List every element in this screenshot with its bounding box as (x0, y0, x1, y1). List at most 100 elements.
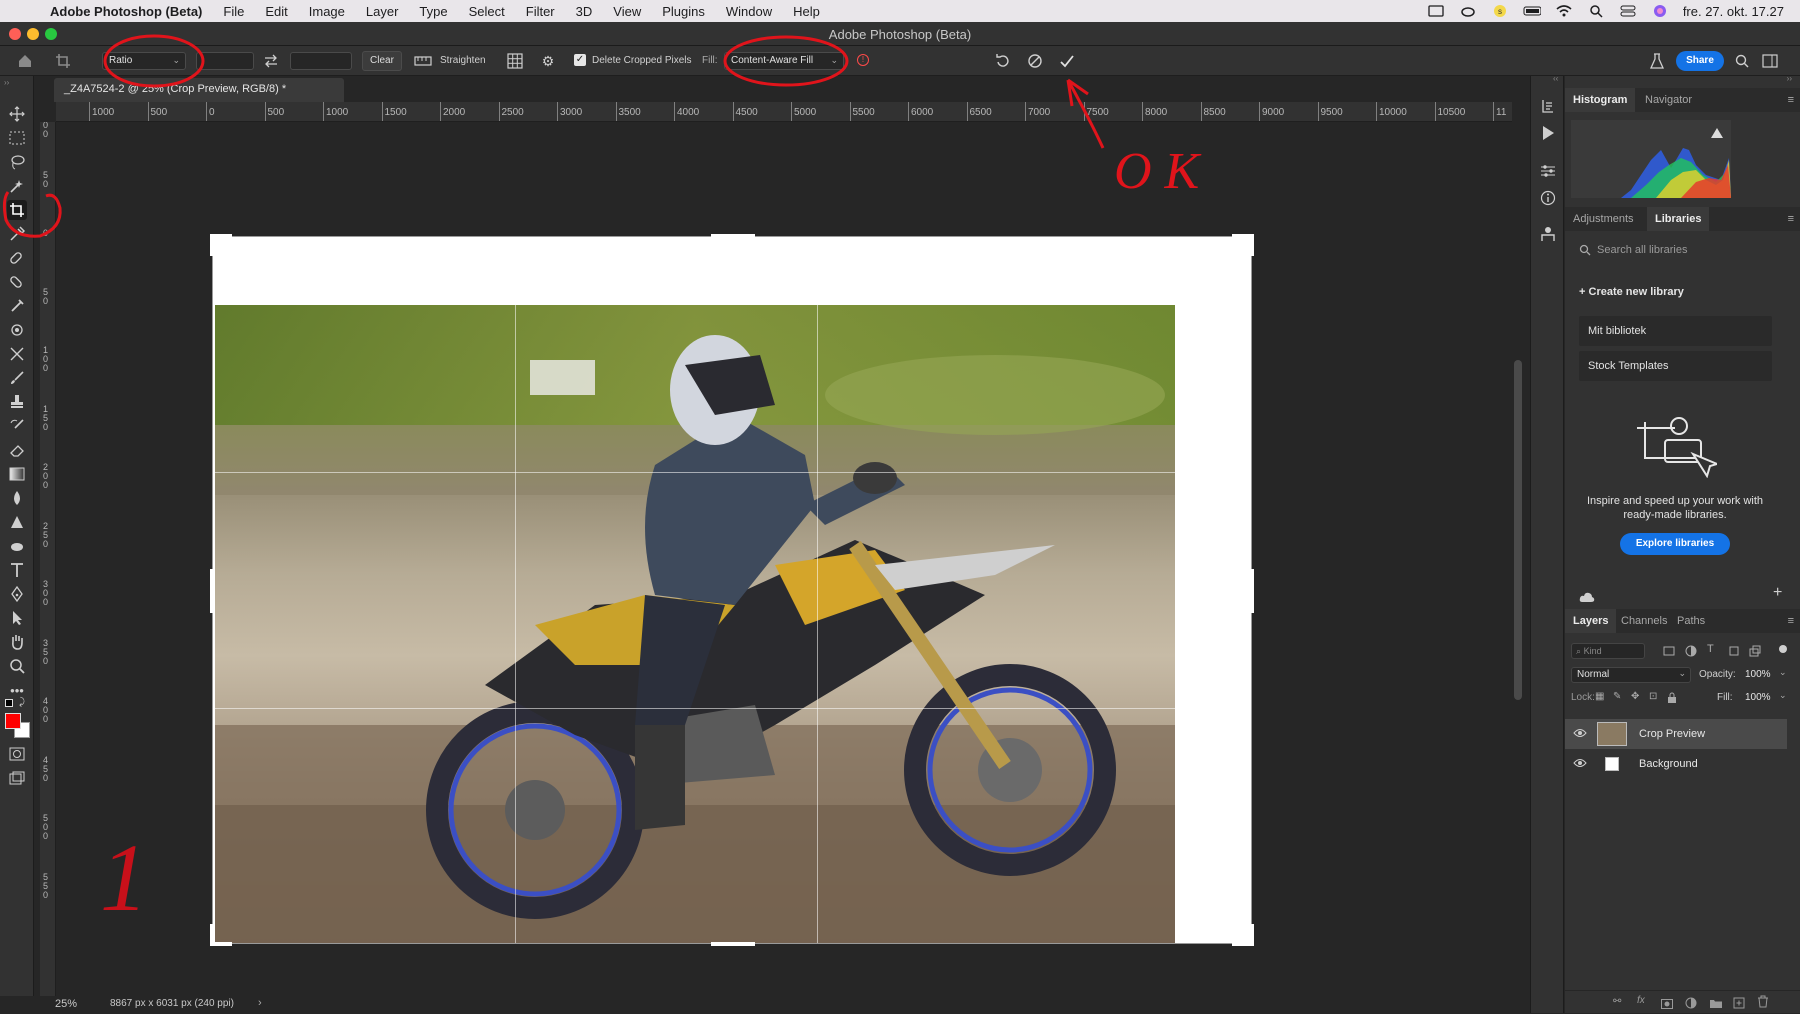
red-eye-tool-icon[interactable] (7, 344, 27, 364)
foreground-color-swatch[interactable] (5, 713, 21, 729)
delete-cropped-checkbox[interactable]: ✓ (574, 54, 586, 66)
layer-name[interactable]: Crop Preview (1639, 728, 1705, 740)
clone-stamp-tool-icon[interactable] (7, 392, 27, 412)
default-colors-icon[interactable] (5, 699, 13, 707)
filter-shape-icon[interactable] (1728, 644, 1740, 662)
horizontal-ruler[interactable]: 1000 500 0 500 1000 1500 2000 2500 3000 3500 4000 4… (56, 102, 1512, 122)
tab-histogram[interactable]: Histogram (1565, 88, 1636, 112)
menu-view[interactable]: View (613, 4, 641, 19)
battery-icon[interactable] (1523, 4, 1541, 18)
layer-fx-icon[interactable]: fx (1637, 995, 1645, 1006)
dodge-tool-icon[interactable] (7, 512, 27, 532)
commit-crop-checkmark-icon[interactable] (1058, 52, 1076, 70)
swap-colors-icon[interactable]: ⤸ (19, 697, 25, 708)
link-layers-icon[interactable]: ⚯ (1613, 996, 1621, 1007)
crop-tool-preset-icon[interactable] (54, 52, 72, 70)
visibility-eye-icon[interactable] (1573, 728, 1587, 741)
menu-plugins[interactable]: Plugins (662, 4, 705, 19)
tab-layers[interactable]: Layers (1565, 609, 1617, 633)
new-layer-icon[interactable] (1733, 996, 1745, 1014)
control-center-icon[interactable] (1619, 4, 1637, 18)
brush-tool-icon[interactable] (7, 368, 27, 388)
history-brush-icon[interactable] (7, 416, 27, 436)
eraser-tool-icon[interactable] (7, 440, 27, 460)
menu-select[interactable]: Select (469, 4, 505, 19)
sponge-tool-icon[interactable] (7, 536, 27, 556)
content-aware-move-icon[interactable] (7, 320, 27, 340)
libraries-panel-icon[interactable] (1539, 226, 1557, 247)
library-item[interactable]: Mit bibliotek (1579, 316, 1772, 346)
library-search[interactable]: Search all libraries (1579, 240, 1775, 262)
home-icon[interactable] (16, 52, 34, 70)
canvas-area[interactable] (56, 122, 1512, 996)
history-panel-icon[interactable] (1540, 98, 1556, 119)
collapse-strip-icon[interactable]: ‹‹ (1553, 74, 1558, 83)
document-info[interactable]: 8867 px x 6031 px (240 ppi) (110, 998, 234, 1009)
fill-select[interactable]: Content-Aware Fill ⌄ (724, 52, 844, 70)
add-library-plus-icon[interactable]: + (1773, 584, 1782, 602)
eyedropper-tool-icon[interactable] (7, 224, 27, 244)
delete-cropped-label[interactable]: Delete Cropped Pixels (592, 55, 692, 66)
lasso-tool-icon[interactable] (7, 152, 27, 172)
ratio-height-input[interactable] (290, 52, 352, 70)
chevron-down-icon[interactable]: ⌄ (1779, 690, 1787, 701)
display-icon[interactable] (1427, 4, 1445, 18)
menu-help[interactable]: Help (793, 4, 820, 19)
chevron-right-icon[interactable]: › (258, 997, 262, 1009)
overlay-grid-icon[interactable] (506, 52, 524, 70)
menu-edit[interactable]: Edit (265, 4, 287, 19)
cancel-crop-icon[interactable] (1026, 52, 1044, 70)
wifi-icon[interactable] (1555, 4, 1573, 18)
actions-play-icon[interactable] (1541, 125, 1555, 146)
collapse-toolbar-icon[interactable]: ›› (4, 78, 9, 87)
tab-paths[interactable]: Paths (1669, 609, 1713, 633)
lock-paint-icon[interactable]: ✎ (1613, 691, 1621, 702)
menu-image[interactable]: Image (309, 4, 345, 19)
chevron-down-icon[interactable]: ⌄ (1779, 667, 1787, 678)
straighten-icon[interactable] (414, 52, 432, 70)
workspace-layout-icon[interactable] (1761, 52, 1779, 70)
spotlight-icon[interactable] (1587, 4, 1605, 18)
beaker-icon[interactable] (1648, 52, 1666, 70)
filter-toggle-icon[interactable] (1779, 645, 1787, 653)
path-selection-tool-icon[interactable] (7, 608, 27, 628)
zoom-level[interactable]: 25% (55, 998, 77, 1010)
siri-icon[interactable] (1651, 4, 1669, 18)
visibility-eye-icon[interactable] (1573, 758, 1587, 771)
settings-gear-icon[interactable]: ⚙ (539, 52, 557, 70)
layer-row[interactable]: Background (1565, 749, 1787, 779)
filter-pixel-icon[interactable] (1663, 644, 1675, 662)
creative-cloud-icon[interactable] (1459, 4, 1477, 18)
document-tab[interactable]: _Z4A7524-2 @ 25% (Crop Preview, RGB/8) * (54, 78, 344, 102)
share-button[interactable]: Share (1676, 51, 1724, 71)
info-panel-icon[interactable] (1540, 190, 1556, 211)
panel-menu-icon[interactable]: ≡ (1788, 94, 1794, 106)
tab-adjustments[interactable]: Adjustments (1565, 207, 1642, 231)
patch-tool-icon[interactable] (7, 296, 27, 316)
tab-libraries[interactable]: Libraries (1647, 207, 1710, 231)
new-group-folder-icon[interactable] (1709, 996, 1723, 1014)
screen-mode-icon[interactable] (7, 768, 27, 788)
menu-window[interactable]: Window (726, 4, 772, 19)
adjustment-layer-icon[interactable] (1685, 996, 1697, 1014)
ratio-width-input[interactable] (196, 52, 254, 70)
lock-artboard-icon[interactable]: ⊡ (1649, 691, 1657, 702)
move-tool-icon[interactable] (7, 104, 27, 124)
blur-tool-icon[interactable] (7, 488, 27, 508)
panel-menu-icon[interactable]: ≡ (1788, 213, 1794, 225)
layer-name[interactable]: Background (1639, 758, 1698, 770)
panel-menu-icon[interactable]: ≡ (1788, 615, 1794, 627)
blend-mode-select[interactable]: Normal ⌄ (1571, 667, 1691, 683)
search-icon[interactable] (1733, 52, 1751, 70)
fill-info-icon[interactable]: ! (857, 54, 869, 66)
status-s-icon[interactable]: s (1491, 4, 1509, 18)
spot-healing-brush-icon[interactable] (7, 248, 27, 268)
layer-row[interactable]: Crop Preview (1565, 719, 1787, 749)
clear-button[interactable]: Clear (362, 51, 402, 71)
marquee-tool-icon[interactable] (7, 128, 27, 148)
quick-mask-icon[interactable] (7, 744, 27, 764)
gradient-tool-icon[interactable] (7, 464, 27, 484)
menu-3d[interactable]: 3D (576, 4, 593, 19)
object-selection-tool-icon[interactable] (7, 176, 27, 196)
menubar-clock[interactable]: fre. 27. okt. 17.27 (1683, 4, 1784, 19)
